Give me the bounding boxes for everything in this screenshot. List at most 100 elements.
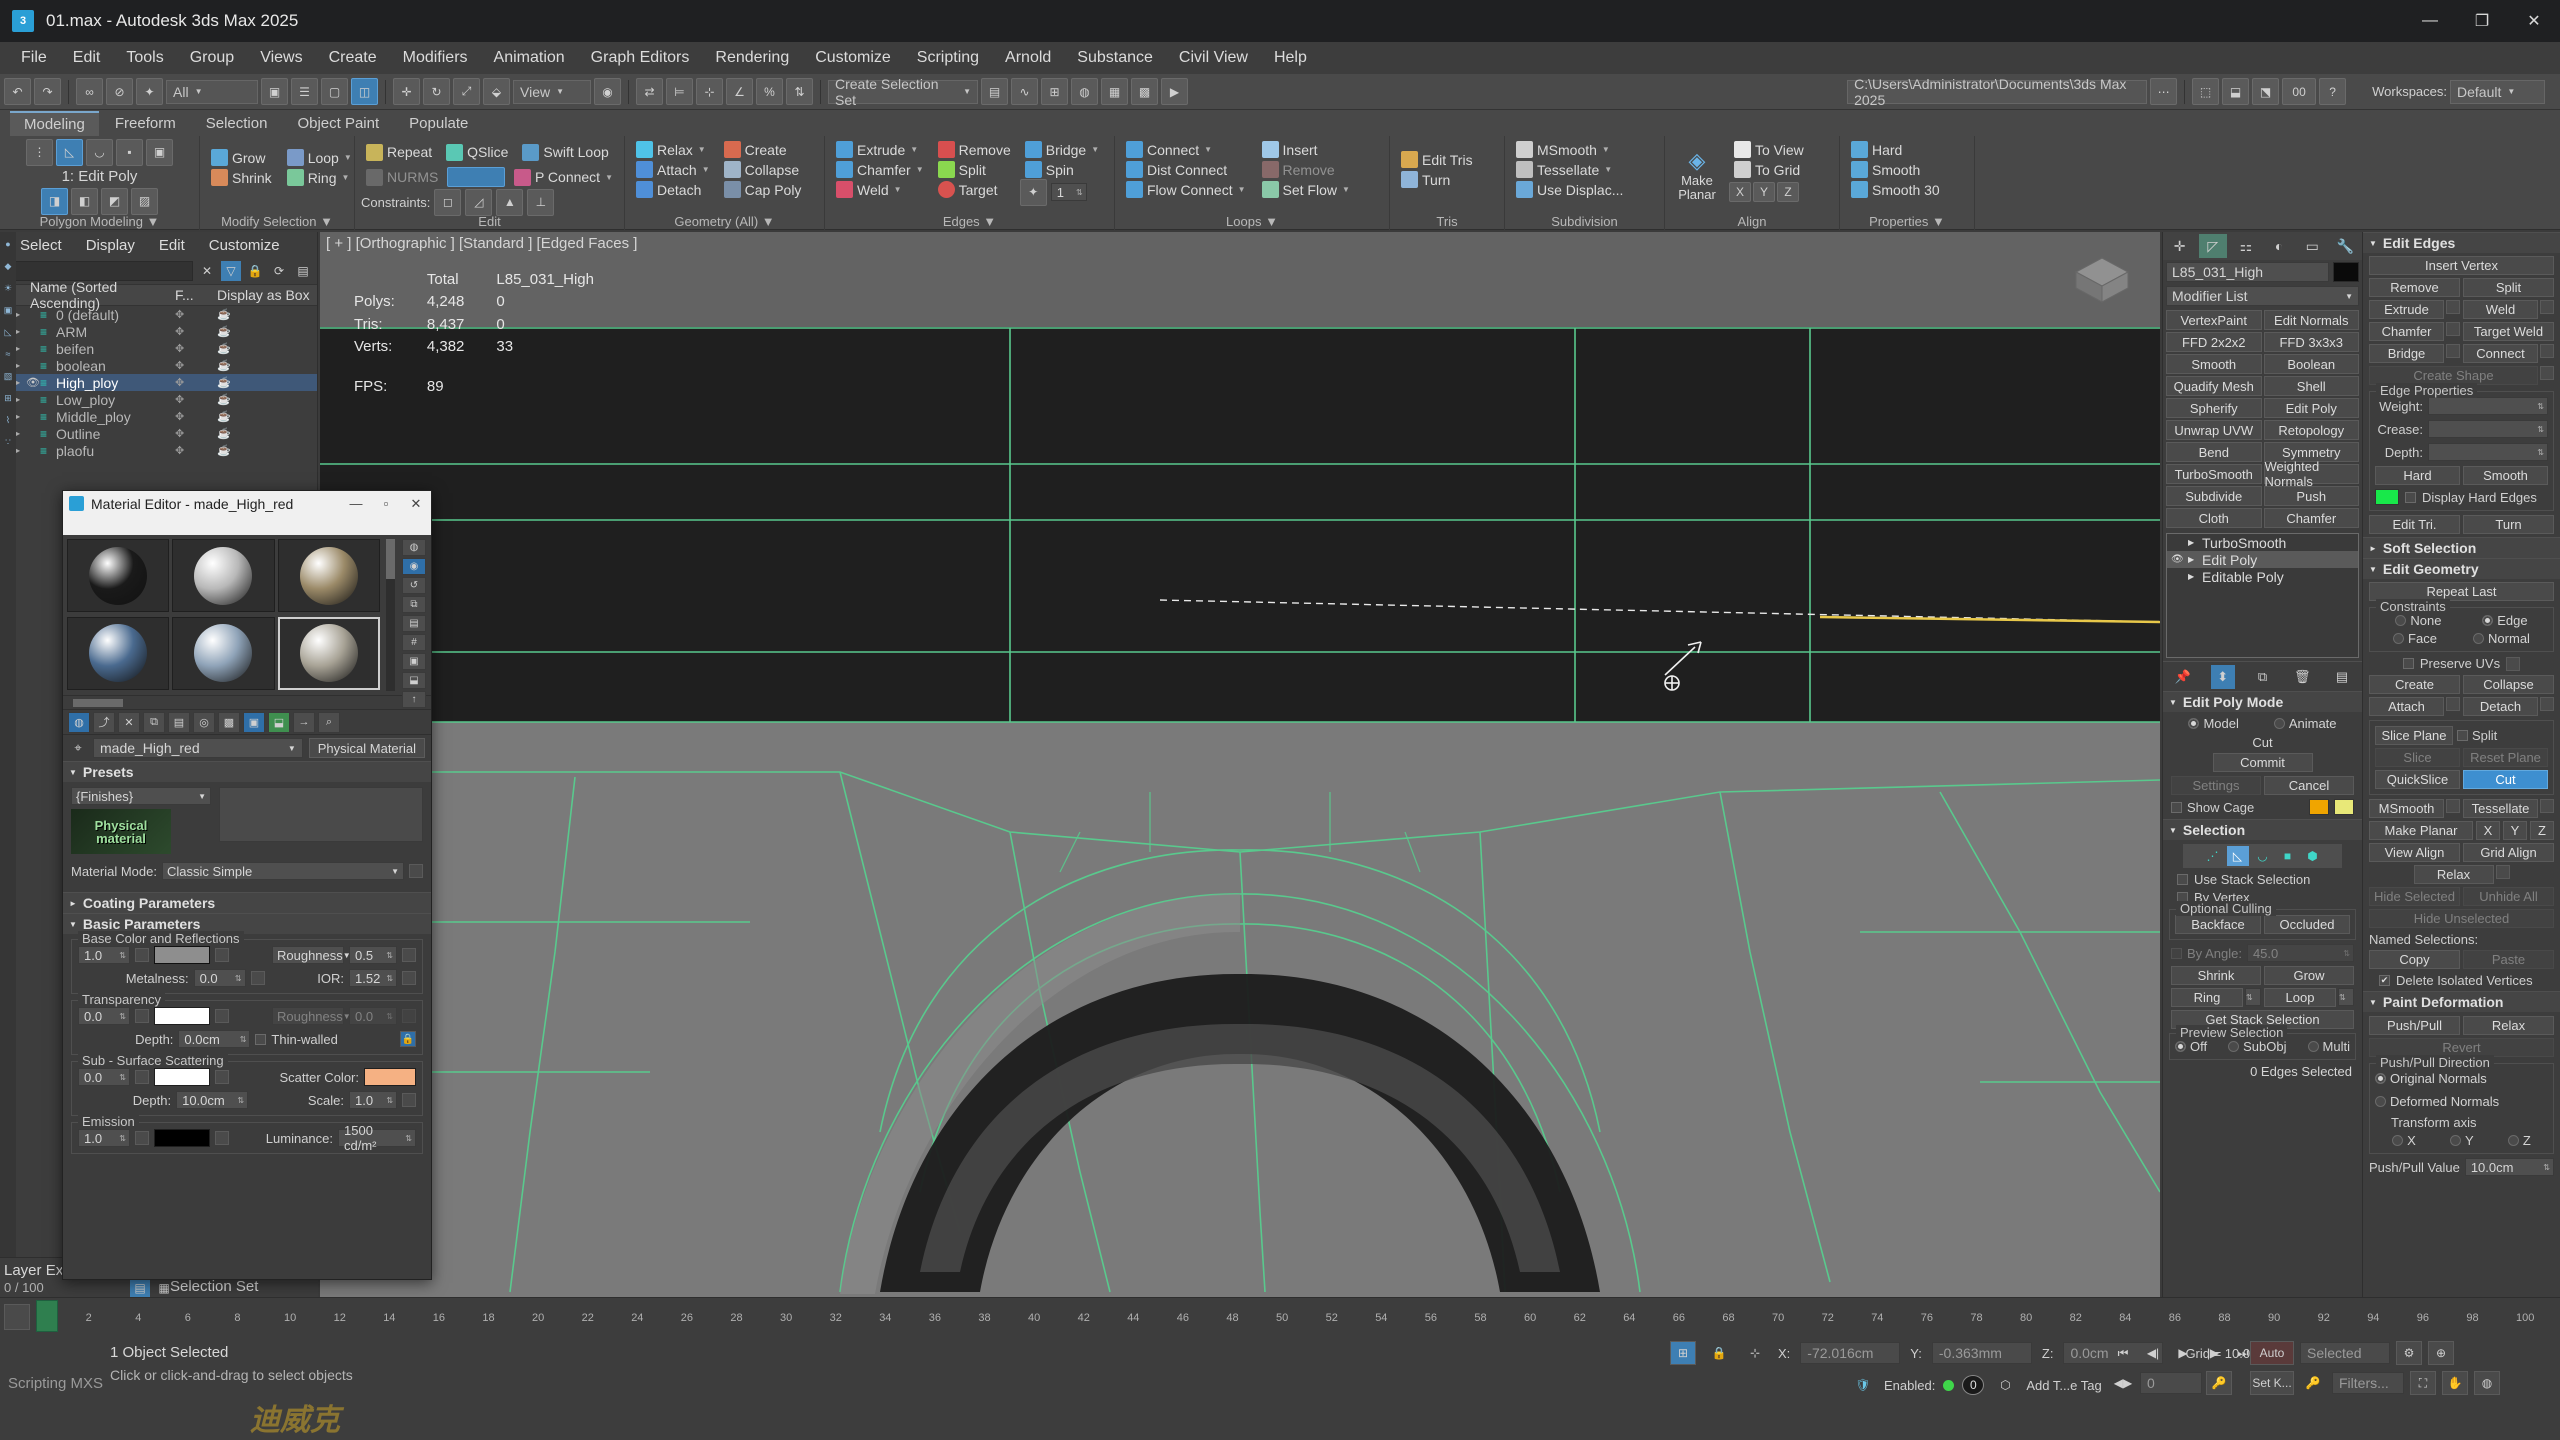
show-background-icon[interactable]: ▩ <box>218 711 240 733</box>
lock-icon[interactable]: 🔒 <box>245 261 265 281</box>
scene-explorer-search-input[interactable] <box>4 261 193 281</box>
make-unique-icon[interactable]: ⧉ <box>2250 665 2274 689</box>
spinner-arrows-icon-i[interactable]: ⇅ <box>386 974 393 983</box>
modifier-visibility-icon[interactable]: 👁 <box>2171 554 2184 565</box>
relax-button[interactable]: Relax ▼ <box>631 140 715 159</box>
lock-icon-transparency[interactable]: 🔒 <box>400 1031 417 1047</box>
display-as-box-icon[interactable]: ☕ <box>217 410 317 423</box>
view-align-button[interactable]: View Align <box>2369 843 2460 862</box>
smooth-edge-button[interactable]: Smooth <box>2463 466 2548 485</box>
sync-icon[interactable]: ⟳ <box>269 261 289 281</box>
viewport-label[interactable]: [ + ] [Orthographic ] [Standard ] [Edged… <box>326 235 637 252</box>
insert-vertex-button[interactable]: Insert Vertex <box>2369 256 2554 275</box>
hard-edge-color-swatch[interactable] <box>2375 489 2399 505</box>
display-as-box-icon[interactable]: ☕ <box>217 342 317 355</box>
modifier-button-unwrap-uvw[interactable]: Unwrap UVW <box>2166 420 2262 440</box>
modifier-button-vertexpaint[interactable]: VertexPaint <box>2166 310 2262 330</box>
spinner-arrows-icon-w[interactable]: ⇅ <box>2537 402 2544 411</box>
dist-connect-button[interactable]: Dist Connect <box>1121 160 1251 179</box>
qslice-button[interactable]: QSlice <box>441 143 513 162</box>
quickslice-button[interactable]: QuickSlice <box>2375 770 2460 789</box>
bridge-settings-icon[interactable] <box>2446 344 2460 358</box>
msmooth-geo-button[interactable]: MSmooth <box>2369 799 2444 818</box>
loop-button[interactable]: Loop ▼ <box>282 148 357 167</box>
y-field[interactable]: -0.363mm <box>1931 1342 2032 1364</box>
edit-edges-header[interactable]: ▼ Edit Edges <box>2363 233 2560 253</box>
deformed-normals-radio[interactable]: Deformed Normals <box>2375 1094 2499 1109</box>
material-slot-5[interactable] <box>172 616 275 690</box>
extrude-button[interactable]: Extrude ▼ <box>831 140 929 159</box>
menu-item-civil-view[interactable]: Civil View <box>1166 45 1261 71</box>
put-to-library-toolbar-icon[interactable]: ▤ <box>168 711 190 733</box>
modifier-button-chamfer[interactable]: Chamfer <box>2263 508 2359 528</box>
reset-map-icon[interactable]: ↺ <box>402 577 426 594</box>
render-production-icon[interactable]: ▶ <box>1161 78 1188 105</box>
cube-icon[interactable]: ⬡ <box>1992 1373 2018 1397</box>
edit-tris-button[interactable]: Edit Tris <box>1396 150 1498 169</box>
remove-edge-button[interactable]: Remove <box>2369 278 2460 297</box>
constraint-edge-radio[interactable]: Edge <box>2482 613 2528 628</box>
render-setup-icon[interactable]: ▦ <box>1101 78 1128 105</box>
modifier-button-smooth[interactable]: Smooth <box>2166 354 2262 374</box>
polygon-mode-icon[interactable]: ▪ <box>116 138 143 166</box>
mirror-icon[interactable]: ⇄ <box>636 78 663 105</box>
select-by-name-icon[interactable]: ☰ <box>291 78 318 105</box>
scatter-color-swatch[interactable] <box>364 1068 416 1086</box>
insert-button[interactable]: Insert <box>1257 140 1355 159</box>
border-icon[interactable]: ◡ <box>2252 846 2274 866</box>
extrude-edge-button[interactable]: Extrude <box>2369 300 2444 319</box>
menu-item-views[interactable]: Views <box>247 45 315 71</box>
connect-settings-icon[interactable] <box>2540 344 2554 358</box>
isolate-icon[interactable]: ⬔ <box>2252 78 2280 105</box>
gen-topology3-icon[interactable]: ◩ <box>101 187 128 215</box>
luminance-spinner[interactable]: 1500 cd/m² ⇅ <box>338 1123 416 1153</box>
chevron-down-icon-extrude[interactable]: ▼ <box>910 145 918 154</box>
base-weight-map-button[interactable] <box>135 948 149 962</box>
bones-filter-icon[interactable]: ⌇ <box>0 410 16 430</box>
col-frozen[interactable]: F... <box>175 287 217 303</box>
display-as-box-icon[interactable]: ☕ <box>217 444 317 457</box>
use-displacement-button[interactable]: Use Displac... <box>1511 180 1658 199</box>
cage-color1-swatch[interactable] <box>2309 799 2329 815</box>
menu-item-tools[interactable]: Tools <box>113 45 176 71</box>
roughness-map-button[interactable] <box>402 948 416 962</box>
utilities-tab-icon[interactable]: 🔧 <box>2331 234 2359 258</box>
layer-list-icon[interactable]: ▤ <box>130 1278 150 1298</box>
align-axis-z-button[interactable]: Z <box>1777 182 1799 202</box>
shield-icon[interactable]: 🛡 <box>1850 1373 1876 1397</box>
curve-editor-icon[interactable]: ∿ <box>1011 78 1038 105</box>
modifier-list-dropdown[interactable]: Modifier List ▼ <box>2166 286 2359 306</box>
spinner-arrows-icon-ew[interactable]: ⇅ <box>119 1134 126 1143</box>
show-cage-checkbox[interactable] <box>2171 801 2182 813</box>
modifier-button-weighted-normals[interactable]: Weighted Normals <box>2263 459 2359 489</box>
modifier-button-retopology[interactable]: Retopology <box>2263 420 2359 440</box>
play-icon[interactable]: ▶ <box>2170 1341 2196 1365</box>
cage-color2-swatch[interactable] <box>2334 799 2354 815</box>
show-in-viewport-icon[interactable]: ▣ <box>243 711 265 733</box>
modifier-button-boolean[interactable]: Boolean <box>2263 354 2359 374</box>
pin-stack-icon[interactable]: 📌 <box>2171 665 2195 689</box>
slot-hscroll-thumb[interactable] <box>73 698 123 707</box>
sss-depth-spinner[interactable]: 10.0cm ⇅ <box>176 1091 249 1109</box>
sss-weight-map-button[interactable] <box>135 1070 149 1084</box>
ribbon-tab-object-paint[interactable]: Object Paint <box>283 112 393 135</box>
select-and-rotate-icon[interactable]: ↻ <box>423 78 450 105</box>
rectangular-select-icon[interactable]: ▢ <box>321 78 348 105</box>
hierarchy-tab-icon[interactable]: ⚏ <box>2232 234 2260 258</box>
menu-item-substance[interactable]: Substance <box>1064 45 1166 71</box>
modifier-button-turbosmooth[interactable]: TurboSmooth <box>2166 464 2262 484</box>
menu-item-animation[interactable]: Animation <box>481 45 578 71</box>
spinner-snap-icon[interactable]: ⇅ <box>786 78 813 105</box>
weld-button[interactable]: Weld ▼ <box>831 180 929 199</box>
all-objects-icon[interactable]: ● <box>0 234 16 254</box>
next-frame-icon[interactable]: |▶ <box>2200 1341 2226 1365</box>
edit-tri-button[interactable]: Edit Tri. <box>2369 515 2460 534</box>
modifier-expand-icon[interactable]: ▶ <box>2188 555 2198 564</box>
spinner-arrows-icon-bw[interactable]: ⇅ <box>119 951 126 960</box>
select-object-icon[interactable]: ▣ <box>261 78 288 105</box>
weld-edge-button[interactable]: Weld <box>2463 300 2538 319</box>
make-planar-button[interactable]: ◈ Make Planar <box>1671 140 1723 210</box>
modifier-button-bend[interactable]: Bend <box>2166 442 2262 462</box>
gen-topology-icon[interactable]: ◨ <box>41 187 68 215</box>
detach-settings-icon[interactable] <box>2540 697 2554 711</box>
